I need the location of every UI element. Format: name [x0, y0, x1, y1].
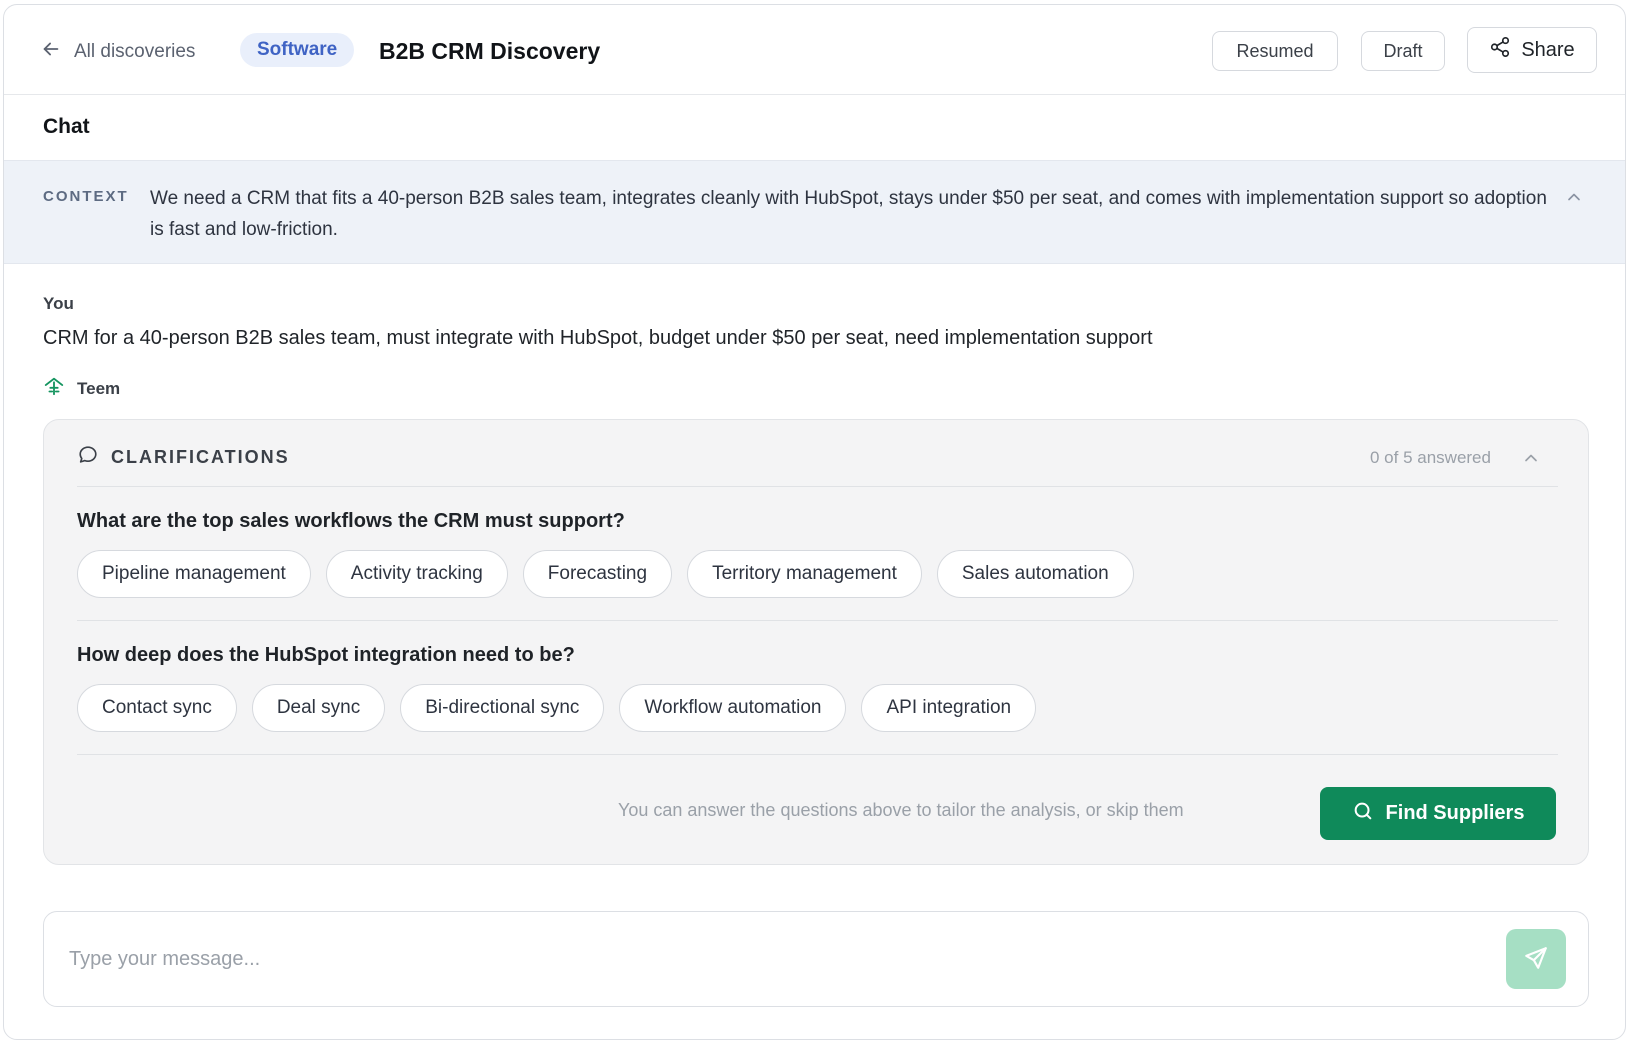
workflow-options: Pipeline management Activity tracking Fo…: [77, 550, 1134, 598]
send-icon: [1523, 945, 1549, 974]
clarifications-title: CLARIFICATIONS: [111, 447, 290, 467]
context-text: We need a CRM that fits a 40-person B2B …: [150, 188, 1547, 240]
context-panel: CONTEXT We need a CRM that fits a 40-per…: [4, 160, 1625, 264]
option-chip[interactable]: Activity tracking: [325, 550, 508, 598]
resumed-status-button[interactable]: Resumed: [1212, 31, 1338, 71]
user-message-text: CRM for a 40-person B2B sales team, must…: [43, 327, 1153, 349]
chevron-up-icon[interactable]: [1521, 448, 1541, 468]
option-chip[interactable]: Territory management: [687, 550, 922, 598]
option-chip[interactable]: Deal sync: [251, 684, 386, 732]
agent-header: Teem: [43, 375, 120, 402]
option-chip[interactable]: Workflow automation: [619, 684, 847, 732]
question-workflows: What are the top sales workflows the CRM…: [77, 510, 625, 532]
top-bar: All discoveries Software B2B CRM Discove…: [4, 5, 1625, 95]
divider: [77, 486, 1558, 487]
option-chip[interactable]: Sales automation: [936, 550, 1134, 598]
chat-bubble-icon: [77, 444, 99, 471]
arrow-left-icon: [40, 38, 62, 65]
context-label: CONTEXT: [43, 188, 129, 205]
app-window: All discoveries Software B2B CRM Discove…: [3, 4, 1626, 1040]
back-to-discoveries-link[interactable]: All discoveries: [40, 38, 195, 65]
divider: [77, 620, 1558, 621]
message-composer: [43, 911, 1589, 1007]
find-suppliers-button[interactable]: Find Suppliers: [1320, 787, 1556, 840]
category-badge: Software: [240, 33, 355, 67]
option-chip[interactable]: Forecasting: [522, 550, 673, 598]
page-title: B2B CRM Discovery: [379, 38, 601, 64]
divider: [77, 754, 1558, 755]
option-chip[interactable]: Pipeline management: [77, 550, 311, 598]
question-hubspot-integration: How deep does the HubSpot integration ne…: [77, 644, 575, 666]
option-chip[interactable]: Contact sync: [77, 684, 237, 732]
option-chip[interactable]: API integration: [861, 684, 1037, 732]
chat-section-title: Chat: [43, 115, 90, 138]
draft-status-button[interactable]: Draft: [1361, 31, 1445, 71]
clarifications-header: CLARIFICATIONS: [77, 444, 290, 471]
search-icon: [1352, 800, 1374, 828]
integration-options: Contact sync Deal sync Bi-directional sy…: [77, 684, 1037, 732]
option-chip[interactable]: Bi-directional sync: [400, 684, 605, 732]
back-label: All discoveries: [74, 40, 196, 62]
chevron-up-icon[interactable]: [1564, 187, 1584, 207]
answered-count: 0 of 5 answered: [1370, 448, 1491, 467]
share-button[interactable]: Share: [1467, 27, 1597, 73]
find-suppliers-label: Find Suppliers: [1385, 802, 1525, 824]
message-input[interactable]: [69, 940, 1449, 978]
clarifications-card: CLARIFICATIONS 0 of 5 answered What are …: [43, 419, 1589, 865]
share-icon: [1489, 36, 1511, 64]
share-label: Share: [1521, 38, 1575, 61]
skip-hint: You can answer the questions above to ta…: [618, 800, 1184, 820]
agent-name: Teem: [77, 378, 121, 398]
teem-logo-icon: [43, 375, 65, 402]
user-message-author: You: [43, 294, 74, 313]
send-button[interactable]: [1506, 929, 1566, 989]
